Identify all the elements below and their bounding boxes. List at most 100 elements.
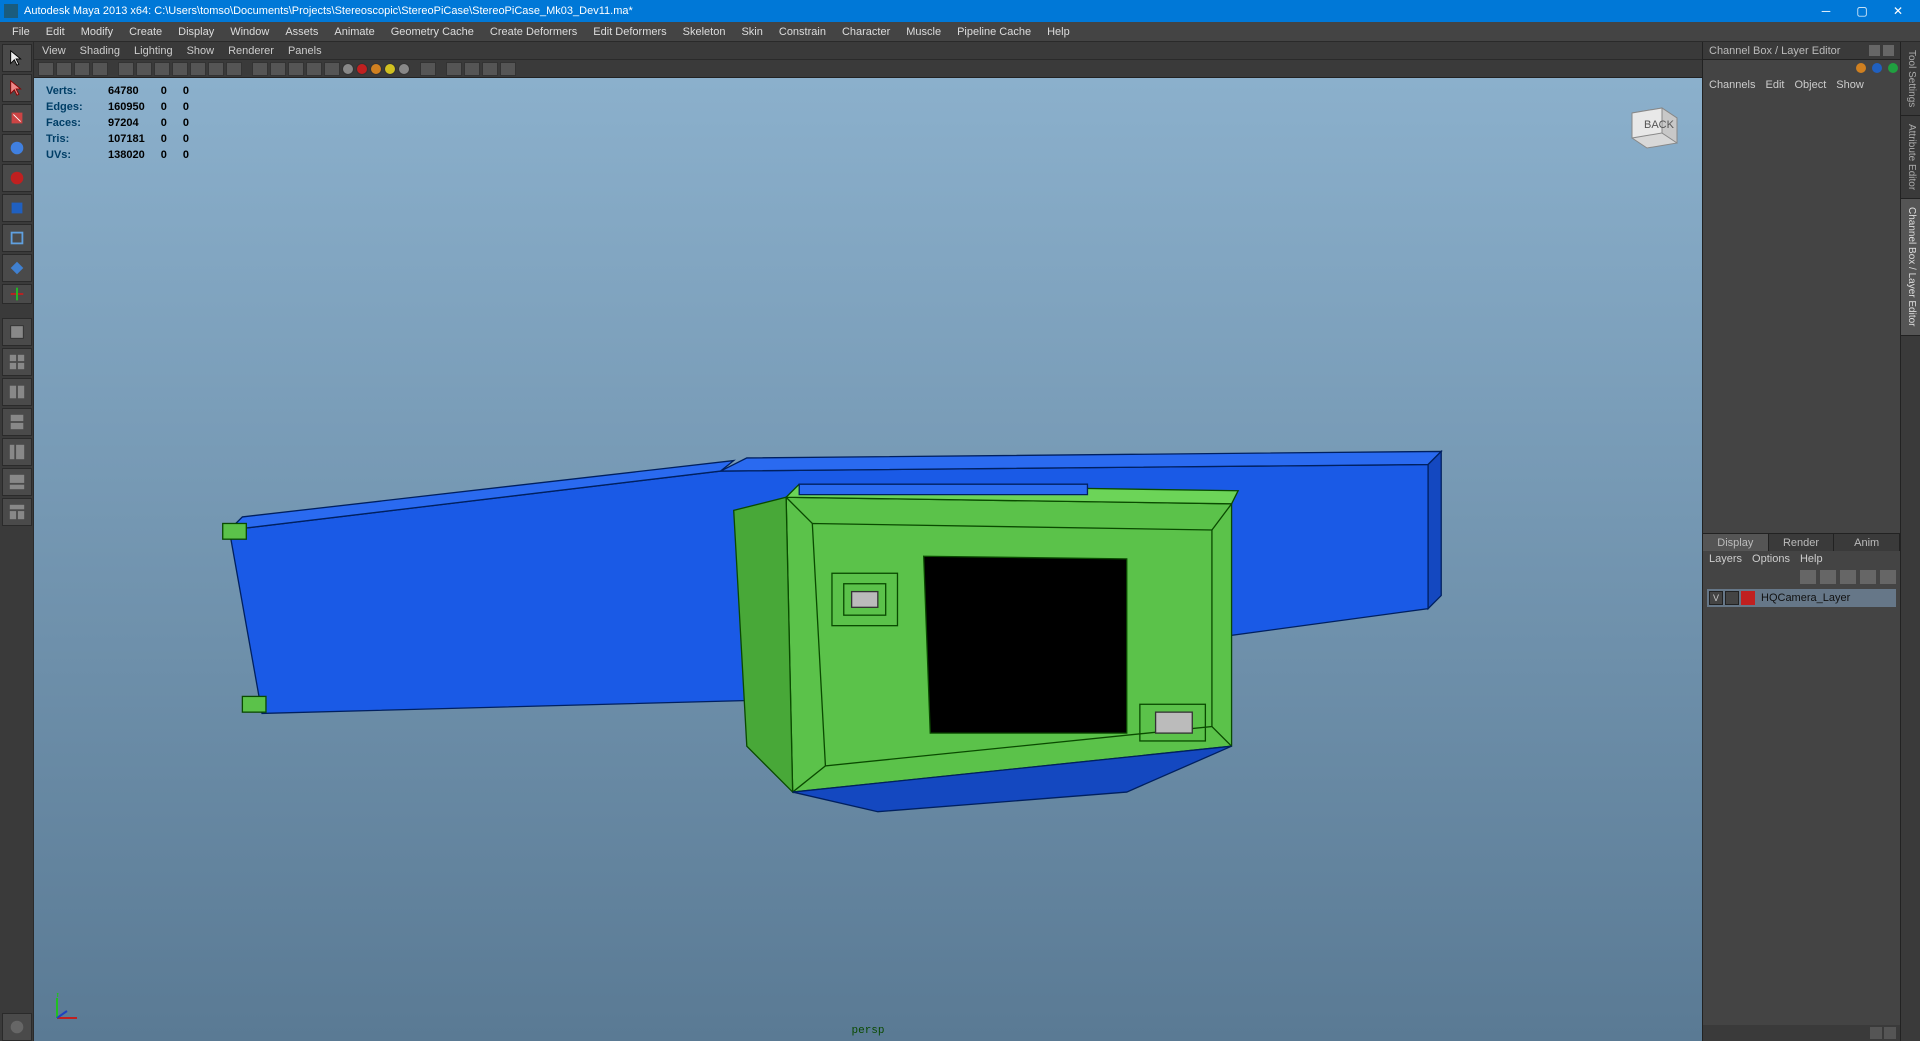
layer-menu-options[interactable]: Options	[1752, 553, 1790, 565]
rotate-tool[interactable]	[2, 164, 32, 192]
shadows-button[interactable]	[324, 62, 340, 76]
persp-graph-layout[interactable]	[2, 468, 32, 496]
viewcube[interactable]: BACK	[1622, 98, 1682, 153]
camera-attr-button[interactable]	[56, 62, 72, 76]
cb-menu-object[interactable]: Object	[1794, 79, 1826, 91]
layer-tab-render[interactable]: Render	[1769, 534, 1835, 551]
maximize-button[interactable]: ▢	[1844, 0, 1880, 22]
right-tab-attribute-editor[interactable]: Attribute Editor	[1901, 116, 1920, 199]
viewport[interactable]: Verts:6478000Edges:16095000Faces:9720400…	[34, 78, 1702, 1041]
close-button[interactable]: ✕	[1880, 0, 1916, 22]
four-view-layout[interactable]	[2, 348, 32, 376]
new-layer-from-selected-icon[interactable]	[1820, 570, 1836, 584]
hyper-mode-icon[interactable]	[1888, 63, 1898, 73]
panel-close-icon[interactable]	[1883, 45, 1894, 56]
grid-button[interactable]	[118, 62, 134, 76]
select-tool[interactable]	[2, 44, 32, 72]
use-flat-lighting-button[interactable]	[370, 63, 382, 75]
menu-animate[interactable]: Animate	[326, 24, 382, 40]
layer-menu-layers[interactable]: Layers	[1709, 553, 1742, 565]
menu-edit[interactable]: Edit	[38, 24, 73, 40]
menu-edit-deformers[interactable]: Edit Deformers	[585, 24, 674, 40]
layer-type-toggle[interactable]	[1725, 591, 1739, 605]
menu-modify[interactable]: Modify	[73, 24, 121, 40]
menu-window[interactable]: Window	[222, 24, 277, 40]
delete-layer-icon[interactable]	[1880, 570, 1896, 584]
move-down-icon[interactable]	[1860, 570, 1876, 584]
menu-file[interactable]: File	[4, 24, 38, 40]
universal-manip-tool[interactable]	[2, 224, 32, 252]
menu-character[interactable]: Character	[834, 24, 898, 40]
layer-color-swatch[interactable]	[1741, 591, 1755, 605]
panel-menu-show[interactable]: Show	[187, 45, 215, 57]
layer-vis-toggle[interactable]: V	[1709, 591, 1723, 605]
panel-menu-lighting[interactable]: Lighting	[134, 45, 173, 57]
scroll-left-icon[interactable]	[1870, 1027, 1882, 1039]
minimize-button[interactable]: ─	[1808, 0, 1844, 22]
image-plane-button[interactable]	[92, 62, 108, 76]
right-tab-channel-box-layer-editor[interactable]: Channel Box / Layer Editor	[1901, 199, 1920, 336]
cb-menu-show[interactable]: Show	[1836, 79, 1864, 91]
textured-button[interactable]	[288, 62, 304, 76]
layer-menu-help[interactable]: Help	[1800, 553, 1823, 565]
menu-muscle[interactable]: Muscle	[898, 24, 949, 40]
film-gate-button[interactable]	[136, 62, 152, 76]
safe-title-button[interactable]	[226, 62, 242, 76]
paint-select-tool[interactable]	[2, 104, 32, 132]
script-editor-button[interactable]	[2, 1013, 32, 1041]
use-all-lights-button[interactable]	[306, 62, 322, 76]
resolution-gate-button[interactable]	[154, 62, 170, 76]
panel-menu-renderer[interactable]: Renderer	[228, 45, 274, 57]
scale-tool[interactable]	[2, 194, 32, 222]
xray-components-button[interactable]	[482, 62, 498, 76]
single-perspective-layout[interactable]	[2, 318, 32, 346]
menu-create-deformers[interactable]: Create Deformers	[482, 24, 585, 40]
gate-mask-button[interactable]	[172, 62, 188, 76]
menu-skeleton[interactable]: Skeleton	[675, 24, 734, 40]
high-quality-button[interactable]	[342, 63, 354, 75]
use-no-lights-button[interactable]	[384, 63, 396, 75]
two-side-layout[interactable]	[2, 378, 32, 406]
menu-assets[interactable]: Assets	[277, 24, 326, 40]
outliner-persp-layout[interactable]	[2, 438, 32, 466]
panel-menu-shading[interactable]: Shading	[80, 45, 120, 57]
menu-pipeline-cache[interactable]: Pipeline Cache	[949, 24, 1039, 40]
camera-select-button[interactable]	[38, 62, 54, 76]
isolate-select-button[interactable]	[420, 62, 436, 76]
panel-menu-view[interactable]: View	[42, 45, 66, 57]
wireframe-button[interactable]	[252, 62, 268, 76]
scroll-right-icon[interactable]	[1884, 1027, 1896, 1039]
new-layer-icon[interactable]	[1800, 570, 1816, 584]
last-tool[interactable]	[2, 284, 32, 304]
default-lighting-button[interactable]	[356, 63, 368, 75]
soft-mod-tool[interactable]	[2, 254, 32, 282]
speed-mode-icon[interactable]	[1872, 63, 1882, 73]
menu-display[interactable]: Display	[170, 24, 222, 40]
panel-pin-icon[interactable]	[1869, 45, 1880, 56]
safe-action-button[interactable]	[208, 62, 224, 76]
two-sided-lighting-button[interactable]	[398, 63, 410, 75]
menu-geometry-cache[interactable]: Geometry Cache	[383, 24, 482, 40]
layer-tab-display[interactable]: Display	[1703, 534, 1769, 551]
field-chart-button[interactable]	[190, 62, 206, 76]
xray-button[interactable]	[446, 62, 462, 76]
panel-menu-panels[interactable]: Panels	[288, 45, 322, 57]
right-tab-tool-settings[interactable]: Tool Settings	[1901, 42, 1920, 116]
menu-help[interactable]: Help	[1039, 24, 1078, 40]
xray-joints-button[interactable]	[464, 62, 480, 76]
menu-constrain[interactable]: Constrain	[771, 24, 834, 40]
cb-menu-channels[interactable]: Channels	[1709, 79, 1755, 91]
expose-button[interactable]	[500, 62, 516, 76]
cb-menu-edit[interactable]: Edit	[1765, 79, 1784, 91]
menu-create[interactable]: Create	[121, 24, 170, 40]
move-tool[interactable]	[2, 134, 32, 162]
move-up-icon[interactable]	[1840, 570, 1856, 584]
layer-tab-anim[interactable]: Anim	[1834, 534, 1900, 551]
two-stacked-layout[interactable]	[2, 408, 32, 436]
menu-skin[interactable]: Skin	[733, 24, 770, 40]
bookmark-button[interactable]	[74, 62, 90, 76]
lasso-tool[interactable]	[2, 74, 32, 102]
smooth-shade-button[interactable]	[270, 62, 286, 76]
hypershade-persp-layout[interactable]	[2, 498, 32, 526]
layer-item[interactable]: V HQCamera_Layer	[1707, 589, 1896, 607]
